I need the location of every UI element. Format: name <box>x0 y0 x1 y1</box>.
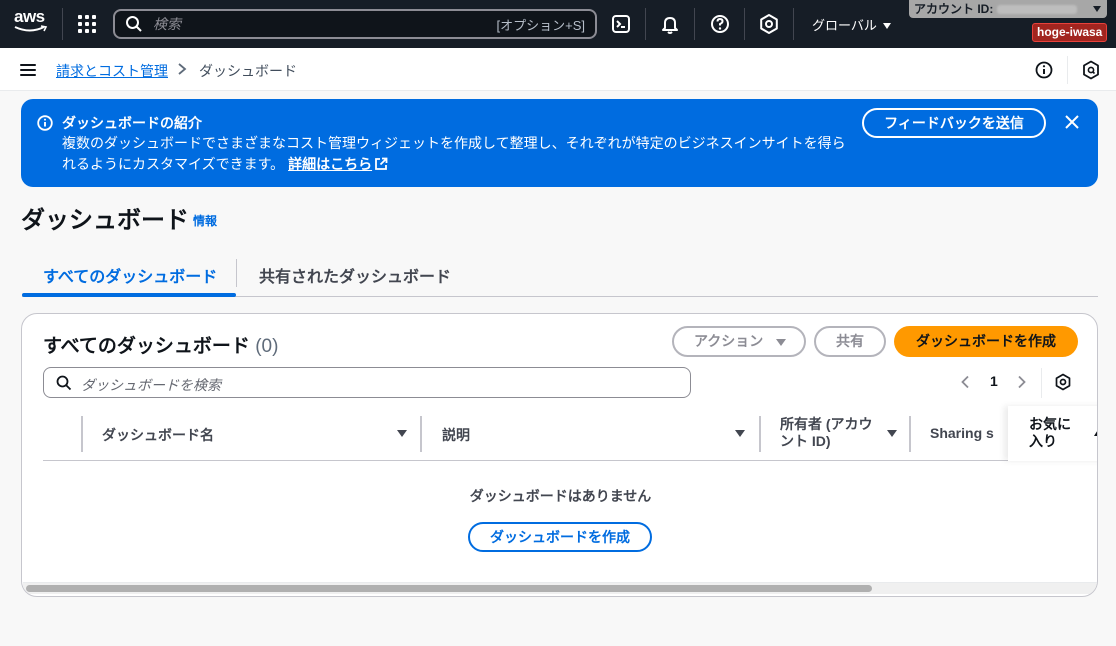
table-title: すべてのダッシュボード (0) <box>43 336 279 357</box>
create-dashboard-button[interactable]: ダッシュボードを作成 <box>894 326 1078 357</box>
breadcrumb-current: ダッシュボード <box>199 63 297 79</box>
close-icon[interactable] <box>1064 114 1080 130</box>
flash-title: ダッシュボードの紹介 <box>62 115 202 131</box>
nav-divider <box>645 8 646 40</box>
scrollbar-thumb[interactable] <box>26 585 872 592</box>
learn-more-link[interactable]: 詳細はこちら <box>288 156 388 172</box>
menu-icon[interactable] <box>20 64 36 76</box>
column-header-favorite[interactable]: お気に入り <box>1008 406 1097 461</box>
nav-divider <box>694 8 695 40</box>
nav-divider <box>62 8 63 40</box>
global-search-input[interactable]: 検索 [オプション+S] <box>113 9 597 39</box>
pagination-next-icon[interactable] <box>1017 375 1027 389</box>
external-link-icon <box>375 157 388 170</box>
nav-divider <box>793 8 794 40</box>
bell-icon[interactable] <box>659 13 681 35</box>
nav-divider <box>744 8 745 40</box>
breadcrumb-bar: 請求とコスト管理 ダッシュボード <box>0 48 1116 91</box>
column-header-name[interactable]: ダッシュボード名 <box>81 406 421 461</box>
chevron-down-icon <box>882 23 891 29</box>
sort-icon <box>887 430 897 437</box>
account-menu[interactable]: アカウント ID: <box>909 0 1107 18</box>
user-name-badge[interactable]: hoge-iwasa <box>1032 23 1108 42</box>
empty-create-dashboard-button[interactable]: ダッシュボードを作成 <box>468 522 652 552</box>
tab-shared-dashboards[interactable]: 共有されたダッシュボード <box>259 263 451 287</box>
search-icon <box>126 16 142 32</box>
page-info-link[interactable]: 情報 <box>193 212 217 229</box>
chevron-right-icon <box>178 63 187 75</box>
search-icon <box>56 375 72 391</box>
dashboard-tabs: すべてのダッシュボード 共有されたダッシュボード <box>22 253 1098 297</box>
search-placeholder: 検索 <box>153 16 181 32</box>
horizontal-scrollbar[interactable] <box>23 582 1097 594</box>
account-id-redacted <box>997 5 1078 14</box>
flash-body: 複数のダッシュボードでさまざまなコスト管理ウィジェットを作成して整理し、それぞれ… <box>62 135 846 172</box>
caret-down-icon <box>776 339 786 346</box>
table-preferences-gear-icon[interactable] <box>1054 373 1072 391</box>
dashboards-table-container: すべてのダッシュボード (0) アクション 共有 ダッシュボードを作成 ダッシュ… <box>21 313 1098 597</box>
actions-dropdown-button[interactable]: アクション <box>672 326 806 357</box>
sort-icon <box>735 430 745 437</box>
aws-smile-icon <box>14 25 48 32</box>
services-menu-icon[interactable] <box>78 15 96 33</box>
empty-state-text: ダッシュボードはありません <box>469 488 652 504</box>
dashboard-search-input[interactable]: ダッシュボードを検索 <box>43 367 691 398</box>
send-feedback-button[interactable]: フィードバックを送信 <box>862 108 1046 138</box>
pagination-page-number[interactable]: 1 <box>990 373 998 389</box>
share-button[interactable]: 共有 <box>814 326 886 357</box>
breadcrumb-divider <box>1067 56 1068 84</box>
top-navigation: aws 検索 [オプション+S] グローバル アカウント ID: hoge-iw… <box>0 0 1116 48</box>
sort-icon <box>397 430 407 437</box>
active-tab-indicator <box>22 293 236 297</box>
tab-all-dashboards[interactable]: すべてのダッシュボード <box>43 263 217 287</box>
pagination-divider <box>1041 368 1042 398</box>
settings-gear-icon[interactable] <box>758 13 780 35</box>
cloudshell-icon[interactable] <box>610 13 632 35</box>
region-selector[interactable]: グローバル <box>812 15 891 34</box>
breadcrumb-billing-link[interactable]: 請求とコスト管理 <box>56 61 168 81</box>
info-icon[interactable] <box>1035 61 1053 79</box>
help-icon[interactable] <box>709 13 731 35</box>
amazon-q-icon[interactable] <box>1082 60 1100 80</box>
page-title: ダッシュボード <box>21 207 189 234</box>
search-shortcut: [オプション+S] <box>496 17 586 33</box>
tab-divider <box>236 259 237 287</box>
column-header-description[interactable]: 説明 <box>421 406 759 461</box>
info-icon <box>37 115 53 131</box>
table-header: ダッシュボード名 説明 所有者 (アカウント ID) Sharing s お気に… <box>43 406 1097 461</box>
dashboard-search-placeholder: ダッシュボードを検索 <box>81 377 221 393</box>
chevron-down-icon <box>1093 6 1101 12</box>
column-header-sharing[interactable]: Sharing s <box>909 406 1009 461</box>
pagination-prev-icon[interactable] <box>960 375 970 389</box>
column-header-owner[interactable]: 所有者 (アカウント ID) <box>759 406 909 461</box>
sort-ascending-icon <box>1094 428 1097 436</box>
aws-logo[interactable]: aws <box>14 8 50 38</box>
table-count: (0) <box>255 336 279 357</box>
intro-flash-banner: ダッシュボードの紹介 複数のダッシュボードでさまざまなコスト管理ウィジェットを作… <box>21 99 1098 187</box>
